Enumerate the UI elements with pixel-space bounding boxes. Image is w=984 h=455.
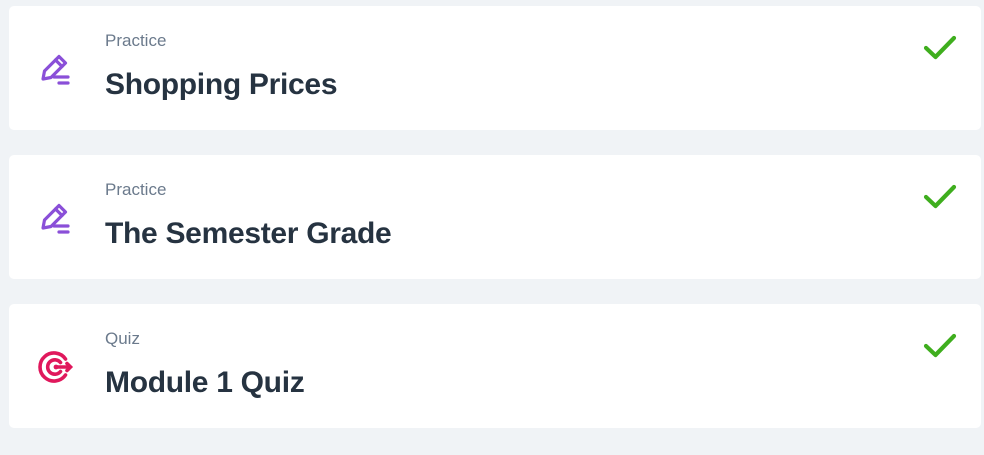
pencil-icon bbox=[37, 199, 75, 237]
checkmark-icon bbox=[923, 33, 957, 63]
activity-card-semester-grade[interactable]: Practice The Semester Grade bbox=[9, 155, 981, 279]
activity-card-module-1-quiz[interactable]: Quiz Module 1 Quiz bbox=[9, 304, 981, 428]
pencil-icon bbox=[37, 50, 75, 88]
activity-title[interactable]: Module 1 Quiz bbox=[105, 365, 305, 401]
checkmark-icon bbox=[923, 182, 957, 212]
activity-list: Practice Shopping Prices Practice The Se… bbox=[9, 6, 981, 428]
activity-type-label: Practice bbox=[105, 31, 167, 50]
activity-type-label: Quiz bbox=[105, 329, 140, 348]
target-icon bbox=[37, 348, 75, 386]
activity-title[interactable]: The Semester Grade bbox=[105, 216, 392, 252]
activity-card-shopping-prices[interactable]: Practice Shopping Prices bbox=[9, 6, 981, 130]
activity-type-label: Practice bbox=[105, 180, 167, 199]
checkmark-icon bbox=[923, 331, 957, 361]
activity-title[interactable]: Shopping Prices bbox=[105, 67, 338, 103]
